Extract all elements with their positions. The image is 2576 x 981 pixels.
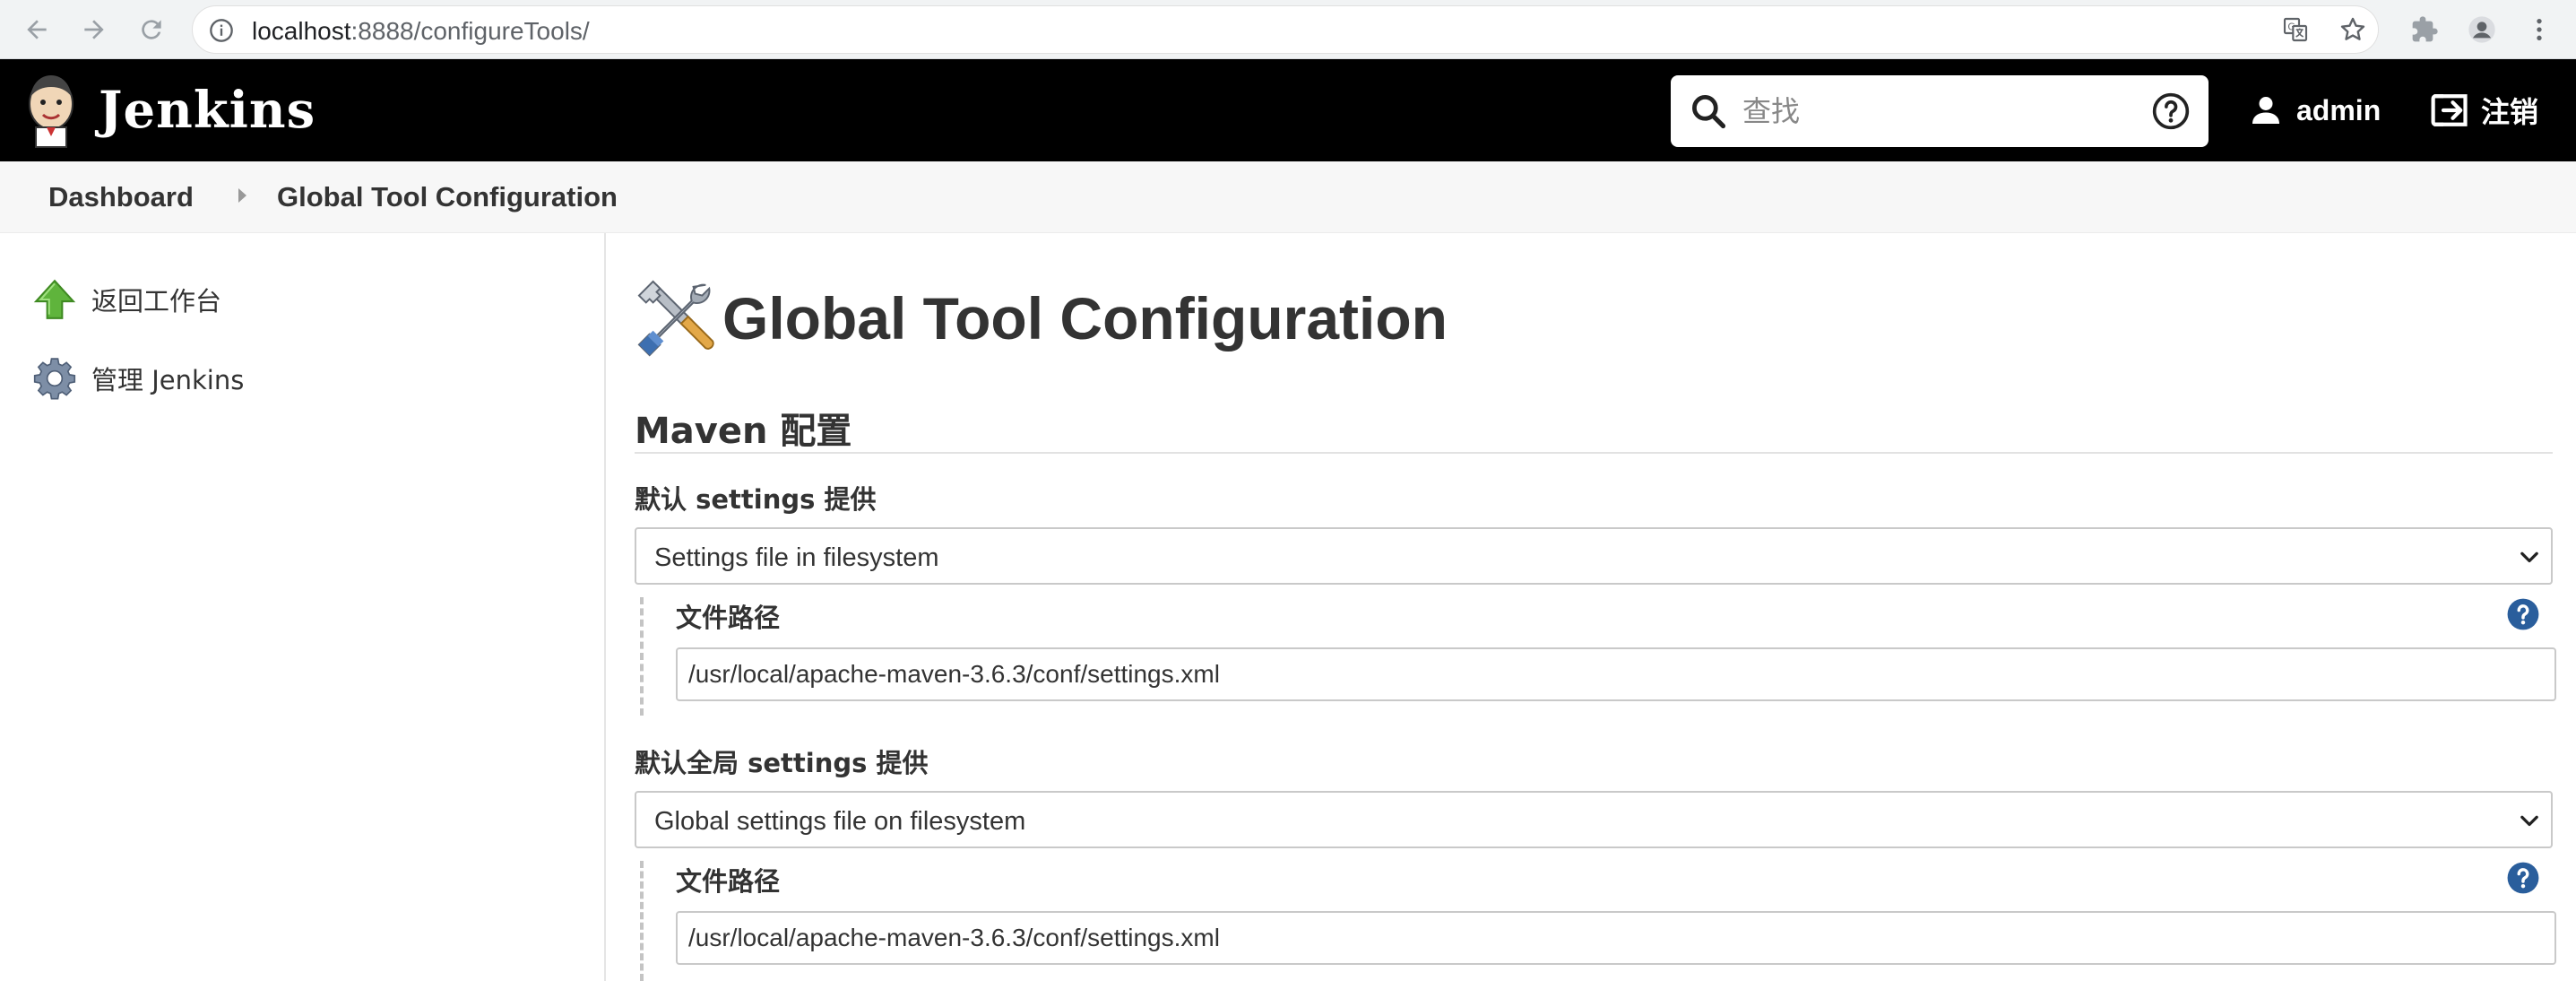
search-box: [1671, 75, 2209, 147]
forward-arrow-icon: [84, 20, 104, 39]
bookmark-button[interactable]: [2334, 11, 2372, 48]
kebab-menu-icon: [2537, 19, 2542, 40]
help-icon[interactable]: [2506, 597, 2540, 631]
global-settings-file-path-group: 文件路径: [640, 861, 2556, 981]
breadcrumb-dashboard[interactable]: Dashboard: [48, 181, 194, 213]
file-path-label: 文件路径: [676, 866, 781, 897]
sidebar-item-back-to-dashboard[interactable]: 返回工作台: [32, 273, 221, 326]
breadcrumb-chevron-icon[interactable]: [238, 188, 246, 203]
global-settings-select[interactable]: Global settings file on filesystem: [635, 791, 2553, 848]
address-bar[interactable]: localhost:8888/configureTools/: [192, 5, 2379, 54]
default-settings-selected: Settings file in filesystem: [654, 543, 939, 572]
main-content: Global Tool Configuration Maven 配置 默认 se…: [635, 233, 2556, 981]
default-settings-label: 默认 settings 提供: [635, 484, 877, 515]
jenkins-header: Jenkins admin 注销: [0, 59, 2576, 161]
puzzle-icon: [2412, 16, 2438, 42]
gear-icon: [33, 358, 76, 400]
search-icon: [1692, 95, 1726, 129]
section-header-maven: Maven 配置: [635, 402, 2553, 454]
reload-icon: [142, 20, 161, 39]
chevron-down-icon: [2520, 815, 2538, 827]
user-menu[interactable]: admin: [2248, 86, 2381, 135]
global-settings-selected: Global settings file on filesystem: [654, 807, 1026, 836]
back-button[interactable]: [16, 9, 57, 50]
breadcrumb: Dashboard Global Tool Configuration: [0, 161, 2576, 233]
page-title: Global Tool Configuration: [722, 285, 1448, 352]
sidebar-item-label: 管理 Jenkins: [91, 365, 245, 395]
global-settings-file-path-input[interactable]: [676, 911, 2556, 965]
default-settings-select[interactable]: Settings file in filesystem: [635, 527, 2553, 585]
search-help-icon[interactable]: [2151, 91, 2191, 131]
forward-button[interactable]: [73, 9, 115, 50]
sidebar: 返回工作台 管理 Jenkins: [0, 233, 606, 981]
sidebar-item-manage-jenkins[interactable]: 管理 Jenkins: [32, 352, 244, 405]
translate-icon: G: [2283, 17, 2308, 42]
section-title: Maven 配置: [635, 411, 852, 452]
info-icon[interactable]: [209, 18, 234, 43]
browser-toolbar: localhost:8888/configureTools/ G: [0, 0, 2576, 59]
logout-icon: [2431, 94, 2468, 126]
breadcrumb-global-tool-configuration[interactable]: Global Tool Configuration: [277, 181, 618, 213]
help-icon[interactable]: [2506, 861, 2540, 895]
star-icon: [2340, 17, 2365, 40]
jenkins-logo-icon[interactable]: [23, 72, 79, 149]
file-path-label: 文件路径: [676, 603, 781, 633]
page-title-row: Global Tool Configuration: [635, 278, 1448, 359]
user-name: admin: [2296, 93, 2382, 126]
brand-title[interactable]: Jenkins: [99, 81, 316, 140]
profile-button[interactable]: [2463, 11, 2501, 48]
sidebar-item-label: 返回工作台: [91, 286, 222, 317]
translate-button[interactable]: G: [2277, 11, 2314, 48]
up-arrow-icon: [33, 279, 76, 319]
logout-label: 注销: [2481, 95, 2539, 129]
back-arrow-icon: [27, 20, 47, 39]
logout-link[interactable]: 注销: [2429, 86, 2538, 135]
extensions-button[interactable]: [2406, 11, 2443, 48]
reload-button[interactable]: [131, 9, 172, 50]
search-input[interactable]: [1742, 90, 2011, 133]
default-settings-file-path-group: 文件路径: [640, 597, 2556, 716]
chevron-down-icon: [2520, 551, 2538, 563]
url-text: localhost:8888/configureTools/: [252, 17, 590, 45]
user-icon: [2252, 97, 2279, 124]
avatar-icon: [2468, 16, 2495, 43]
global-settings-label: 默认全局 settings 提供: [635, 748, 929, 778]
default-settings-file-path-input[interactable]: [676, 647, 2556, 701]
menu-button[interactable]: [2520, 11, 2558, 48]
tools-icon: [637, 280, 714, 357]
